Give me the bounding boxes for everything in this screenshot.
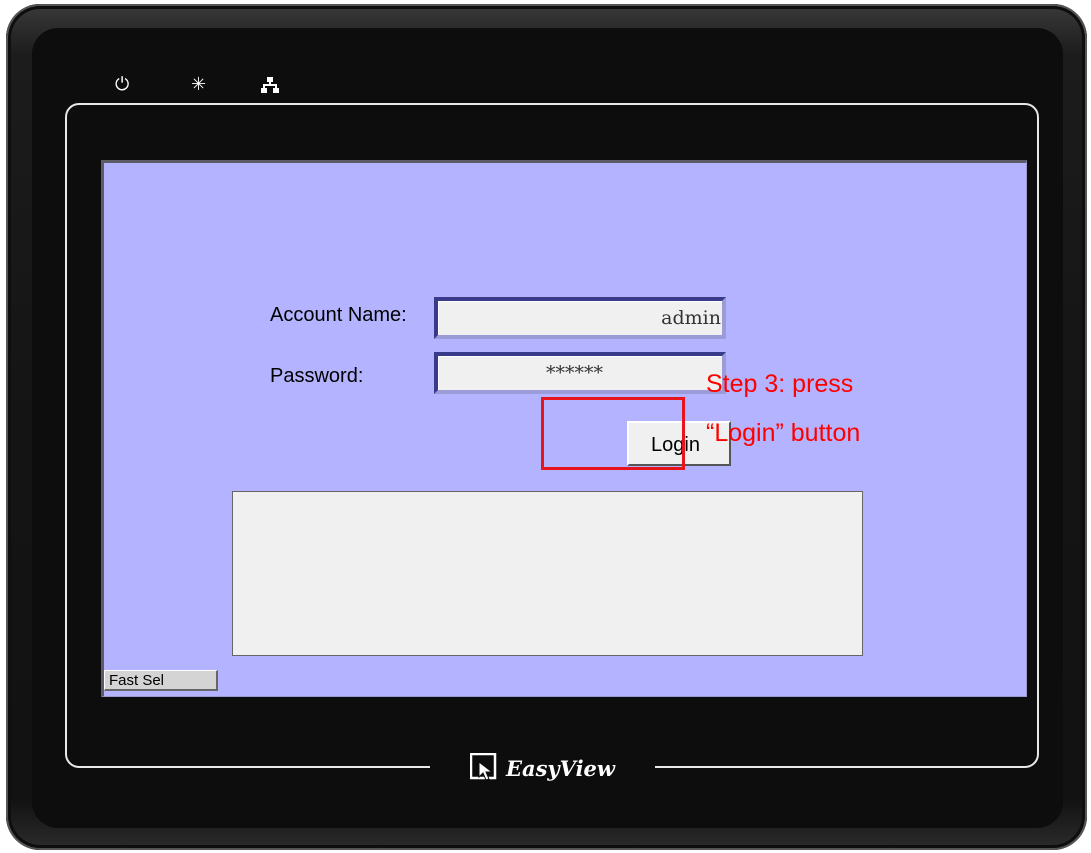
easyview-logo: EasyView [470, 750, 615, 786]
annotation-step-line2: “Login” button [706, 419, 861, 447]
fast-select-button[interactable]: Fast Sel [104, 670, 218, 691]
password-label: Password: [270, 365, 364, 387]
brightness-icon: ✳ [191, 74, 207, 95]
account-name-value: admin [661, 307, 721, 329]
network-icon [261, 76, 279, 98]
password-field[interactable]: ****** [434, 352, 726, 394]
message-box [232, 491, 863, 656]
brand-name: EasyView [506, 755, 615, 781]
annotation-step-line1: Step 3: press [706, 370, 854, 398]
account-name-field[interactable]: admin [434, 297, 726, 339]
easyview-logo-icon [470, 753, 497, 781]
password-value: ****** [546, 362, 603, 384]
login-highlight-box [541, 397, 685, 470]
account-name-label: Account Name: [270, 304, 407, 326]
power-icon: ⏻ [115, 74, 130, 95]
